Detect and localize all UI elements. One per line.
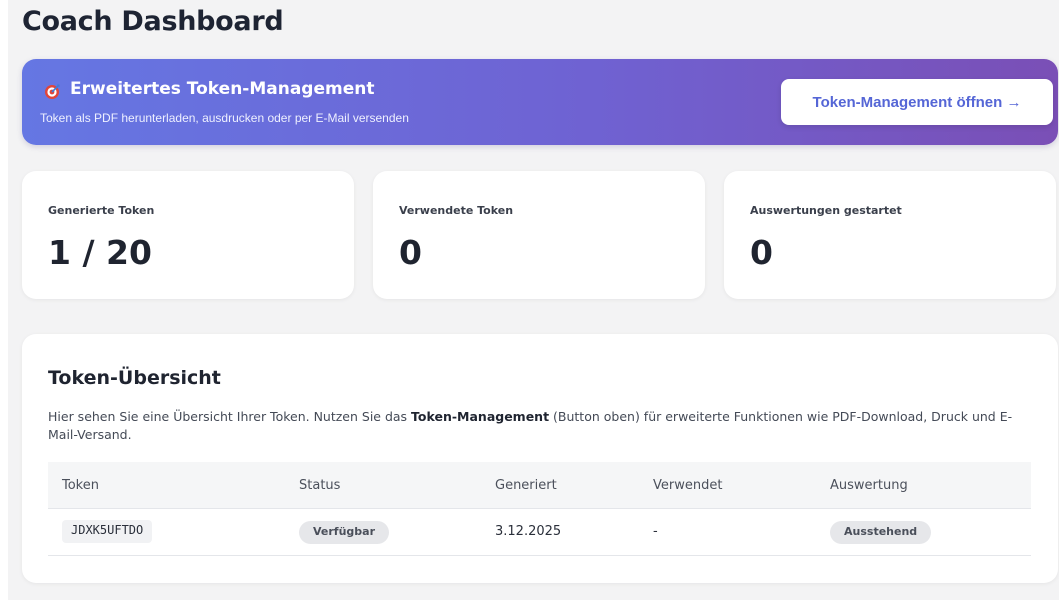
stat-value: 0 [399,233,422,272]
table-row: JDXK5UFTDO Verfügbar 3.12.2025 - Aussteh… [48,509,1031,556]
evaluation-badge: Ausstehend [830,521,932,544]
dashboard-page: Coach Dashboard Erweitertes Token-Manage… [8,0,1059,600]
description-highlight: Token-Management [411,409,550,424]
open-token-management-button[interactable]: Token-Management öffnen → [781,79,1053,125]
page-title: Coach Dashboard [22,6,284,37]
description-text: Hier sehen Sie eine Übersicht Ihrer Toke… [48,409,412,424]
stat-value: 0 [750,233,773,272]
stat-card-used-tokens: Verwendete Token 0 [373,171,705,299]
target-icon [44,84,60,100]
stat-card-generated-tokens: Generierte Token 1 / 20 [22,171,354,299]
stat-label: Generierte Token [48,204,155,217]
column-header-token: Token [62,478,99,493]
column-header-generated: Generiert [495,478,557,493]
column-header-used: Verwendet [653,478,723,493]
column-header-evaluation: Auswertung [830,478,908,493]
column-header-status: Status [299,478,341,493]
stat-value: 1 / 20 [48,233,152,272]
token-overview-description: Hier sehen Sie eine Übersicht Ihrer Toke… [48,408,1028,444]
token-table-header: Token Status Generiert Verwendet Auswert… [48,462,1031,509]
banner-subtitle: Token als PDF herunterladen, ausdrucken … [40,111,409,125]
token-code: JDXK5UFTDO [62,520,153,543]
stat-label: Verwendete Token [399,204,514,217]
banner-title: Erweitertes Token-Management [70,79,375,99]
token-management-banner: Erweitertes Token-Management Token als P… [22,59,1058,145]
token-overview-title: Token-Übersicht [48,367,221,389]
stat-card-evaluations-started: Auswertungen gestartet 0 [724,171,1056,299]
stat-label: Auswertungen gestartet [750,204,902,217]
used-date: - [653,524,658,539]
generated-date: 3.12.2025 [495,524,562,539]
status-badge: Verfügbar [299,521,390,544]
token-overview-panel: Token-Übersicht Hier sehen Sie eine Über… [22,334,1058,583]
